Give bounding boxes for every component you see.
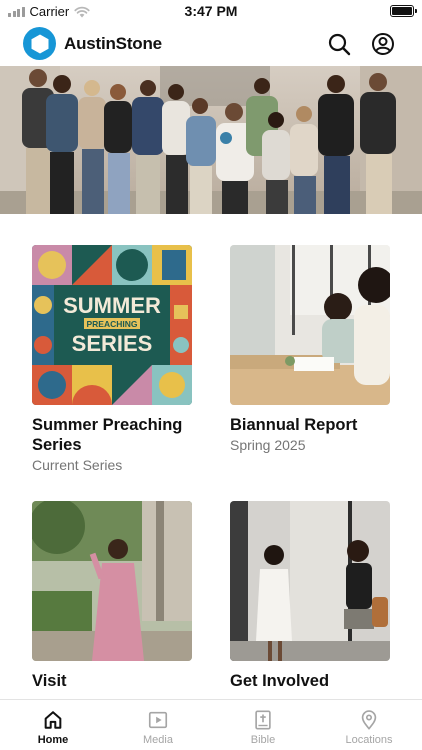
get-involved-photo-image [230, 501, 390, 661]
app-name: AustinStone [64, 34, 162, 53]
card-get-involved[interactable]: Get Involved [230, 501, 390, 691]
visit-photo [32, 501, 192, 661]
card-biannual-report[interactable]: Biannual Report Spring 2025 [230, 245, 390, 454]
account-button[interactable] [370, 31, 396, 57]
media-icon [148, 711, 168, 729]
art-title-summer: SUMMER [63, 293, 161, 318]
tab-bible-label: Bible [250, 734, 276, 746]
status-bar: Carrier 3:47 PM [0, 0, 422, 22]
hero-photo[interactable] [0, 66, 422, 214]
card-title: Get Involved [230, 672, 330, 690]
card-title: Summer Preaching Series [32, 416, 183, 454]
search-icon [328, 33, 351, 56]
status-time: 3:47 PM [184, 3, 238, 19]
location-pin-icon [361, 710, 377, 730]
home-icon [44, 711, 62, 729]
tab-bible[interactable]: Bible [223, 700, 303, 750]
bible-icon [255, 710, 271, 730]
tab-media-label: Media [143, 734, 173, 746]
account-icon [372, 33, 394, 55]
tab-media[interactable]: Media [118, 700, 198, 750]
art-title-preaching: PREACHING [86, 319, 137, 329]
tab-locations[interactable]: Locations [329, 700, 409, 750]
summer-series-pattern: SUMMER PREACHING SERIES [32, 245, 192, 405]
group-photo-image [0, 66, 422, 214]
study-photo-image [230, 245, 390, 405]
tab-home-label: Home [37, 734, 69, 746]
art-title-series: SERIES [72, 331, 153, 356]
card-subtitle: Spring 2025 [230, 437, 306, 453]
tab-home[interactable]: Home [13, 700, 93, 750]
card-title: Biannual Report [230, 416, 358, 434]
search-button[interactable] [326, 31, 352, 57]
card-title: Visit [32, 672, 67, 690]
tab-locations-label: Locations [345, 734, 393, 746]
summer-series-artwork: SUMMER PREACHING SERIES [32, 245, 192, 405]
tab-bar: Home Media Bible Locations [0, 699, 422, 750]
get-involved-photo [230, 501, 390, 661]
battery-icon [390, 5, 417, 17]
card-subtitle: Current Series [32, 457, 123, 473]
visit-photo-image [32, 501, 192, 661]
card-visit[interactable]: Visit [32, 501, 192, 691]
card-summer-preaching-series[interactable]: SUMMER PREACHING SERIES Summer Preaching… [32, 245, 192, 474]
biannual-report-photo [230, 245, 390, 405]
app-header: AustinStone [0, 22, 422, 66]
hexagon-logo-icon [31, 34, 48, 53]
app-logo [23, 27, 56, 60]
